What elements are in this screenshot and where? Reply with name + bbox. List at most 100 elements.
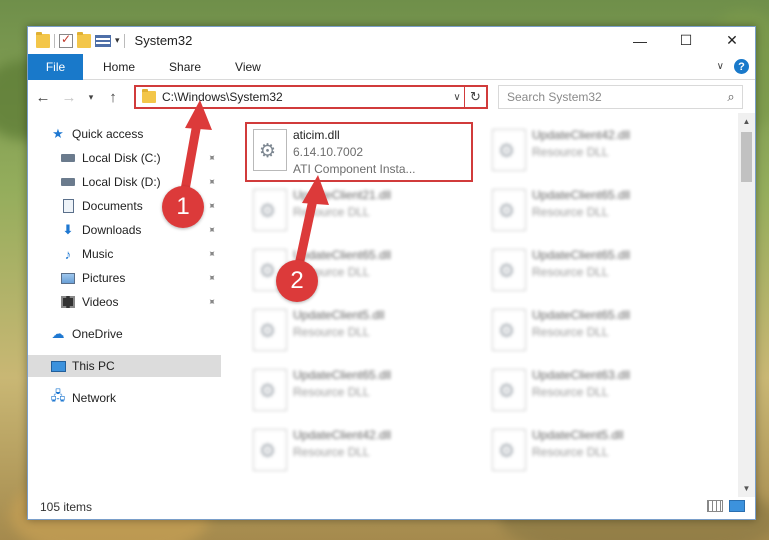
sidebar-item-label: This PC <box>72 359 115 373</box>
up-button[interactable]: ↑ <box>102 86 124 108</box>
file-description: Resource DLL <box>532 445 609 459</box>
tab-view[interactable]: View <box>221 54 275 80</box>
sidebar-item-label: Pictures <box>82 271 126 285</box>
address-bar[interactable]: C:\Windows\System32 ∨ ↻ <box>134 85 488 109</box>
sidebar-item-pictures[interactable]: Pictures ✦ <box>28 267 221 289</box>
sidebar-item-label: Local Disk (D:) <box>82 175 161 189</box>
dll-file-icon <box>253 369 287 411</box>
dll-file-icon <box>492 249 526 291</box>
address-path[interactable]: C:\Windows\System32 <box>162 90 450 104</box>
new-folder-icon[interactable] <box>77 31 91 48</box>
sidebar-item-network[interactable]: 🖧 Network <box>28 387 221 409</box>
search-input[interactable] <box>507 90 720 104</box>
file-item[interactable]: UpdateClient65.dll Resource DLL <box>486 303 716 359</box>
file-name: UpdateClient5.dll <box>532 428 624 442</box>
properties-check-icon[interactable] <box>59 32 73 48</box>
scroll-up-icon[interactable]: ▲ <box>738 113 755 130</box>
music-icon: ♪ <box>64 246 72 262</box>
file-item-aticim[interactable]: aticim.dll 6.14.10.7002 ATI Component In… <box>247 123 477 179</box>
file-name: UpdateClient42.dll <box>532 128 631 142</box>
status-bar: 105 items <box>28 495 755 519</box>
file-description: Resource DLL <box>532 205 609 219</box>
file-description: Resource DLL <box>532 265 609 279</box>
file-name: UpdateClient5.dll <box>293 308 385 322</box>
close-button[interactable]: ✕ <box>709 27 755 54</box>
refresh-icon[interactable]: ↻ <box>464 87 486 107</box>
file-item[interactable]: UpdateClient21.dll Resource DLL <box>247 183 477 239</box>
sidebar-item-label: Downloads <box>82 223 142 237</box>
file-description: Resource DLL <box>293 385 370 399</box>
sidebar-item-this-pc[interactable]: This PC <box>28 355 221 377</box>
dll-file-icon <box>492 369 526 411</box>
back-button[interactable]: ← <box>32 86 54 108</box>
sidebar-item-videos[interactable]: Videos ✦ <box>28 291 221 313</box>
sidebar-item-onedrive[interactable]: ☁ OneDrive <box>28 323 221 345</box>
file-item[interactable]: UpdateClient42.dll Resource DLL <box>486 123 716 179</box>
navigation-pane: ★ Quick access Local Disk (C:) ✦ Local D… <box>28 119 221 497</box>
large-icons-view-icon[interactable] <box>729 500 745 512</box>
dll-file-icon <box>492 189 526 231</box>
file-name: UpdateClient63.dll <box>532 368 631 382</box>
file-list: aticim.dll 6.14.10.7002 ATI Component In… <box>221 113 749 497</box>
file-item[interactable]: UpdateClient65.dll Resource DLL <box>486 243 716 299</box>
pictures-icon <box>60 271 76 285</box>
address-dropdown-chevron-icon[interactable]: ∨ <box>450 92 464 103</box>
file-item[interactable]: UpdateClient65.dll Resource DLL <box>486 183 716 239</box>
search-box[interactable]: ⌕ <box>498 85 743 109</box>
quick-access-toolbar: ▾ <box>28 31 125 48</box>
sidebar-item-label: Local Disk (C:) <box>82 151 161 165</box>
network-icon: 🖧 <box>50 388 66 403</box>
forward-button[interactable]: → <box>58 86 80 108</box>
sidebar-item-quick-access[interactable]: ★ Quick access <box>50 123 221 145</box>
dll-file-icon <box>253 129 287 171</box>
divider <box>54 33 55 48</box>
search-icon[interactable]: ⌕ <box>720 89 742 105</box>
file-item[interactable]: UpdateClient5.dll Resource DLL <box>247 303 477 359</box>
file-name: UpdateClient65.dll <box>532 308 631 322</box>
videos-icon <box>60 295 76 309</box>
tab-home[interactable]: Home <box>89 54 149 80</box>
documents-icon <box>60 199 76 213</box>
window-title: System32 <box>134 33 193 48</box>
sidebar-item-label: Documents <box>82 199 143 213</box>
file-name: UpdateClient65.dll <box>293 368 392 382</box>
star-icon: ★ <box>52 126 64 141</box>
file-name: UpdateClient65.dll <box>532 188 631 202</box>
folder-icon <box>36 31 50 48</box>
tab-file[interactable]: File <box>28 53 83 80</box>
vertical-scrollbar[interactable]: ▲ ▼ <box>738 113 755 497</box>
sidebar-item-label: Videos <box>82 295 119 309</box>
pin-icon: ✦ <box>203 199 218 213</box>
sidebar-item-local-disk-c[interactable]: Local Disk (C:) ✦ <box>28 147 221 169</box>
title-bar: ▾ System32 — ☐ ✕ <box>28 27 755 54</box>
file-item[interactable]: UpdateClient63.dll Resource DLL <box>486 363 716 419</box>
divider <box>123 33 125 48</box>
help-icon[interactable]: ? <box>734 59 749 74</box>
expand-ribbon-chevron-icon[interactable]: ∨ <box>717 61 724 72</box>
pin-icon: ✦ <box>203 151 218 165</box>
recent-locations-chevron-icon[interactable]: ▾ <box>84 86 98 108</box>
file-item[interactable]: UpdateClient65.dll Resource DLL <box>247 363 477 419</box>
window-controls: — ☐ ✕ <box>617 27 755 54</box>
pc-icon <box>50 359 66 373</box>
tab-share[interactable]: Share <box>155 54 215 80</box>
scroll-thumb[interactable] <box>741 132 752 182</box>
file-item[interactable]: UpdateClient42.dll Resource DLL <box>247 423 477 479</box>
drive-icon <box>60 151 76 165</box>
file-description: Resource DLL <box>532 385 609 399</box>
details-view-icon[interactable] <box>707 500 723 512</box>
dll-file-icon <box>492 129 526 171</box>
sidebar-item-label: Network <box>72 391 117 405</box>
customize-toolbar-chevron-icon[interactable]: ▾ <box>115 35 120 46</box>
maximize-button[interactable]: ☐ <box>663 27 709 54</box>
properties-icon[interactable] <box>95 34 111 47</box>
file-name: UpdateClient42.dll <box>293 428 392 442</box>
file-name: aticim.dll <box>293 128 340 142</box>
sidebar-item-music[interactable]: ♪ Music ✦ <box>28 243 221 265</box>
dll-file-icon <box>253 309 287 351</box>
minimize-button[interactable]: — <box>617 27 663 54</box>
cloud-icon: ☁ <box>51 326 65 341</box>
file-item[interactable]: UpdateClient5.dll Resource DLL <box>486 423 716 479</box>
sidebar-item-label: Music <box>82 247 114 261</box>
file-description: Resource DLL <box>293 445 370 459</box>
